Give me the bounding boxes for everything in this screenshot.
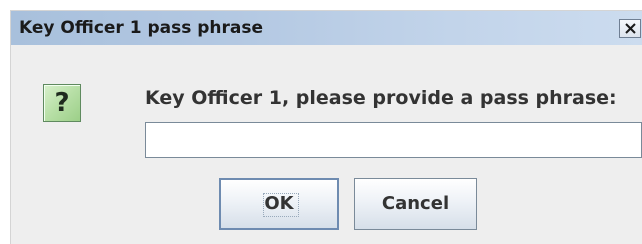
- close-button[interactable]: [619, 19, 641, 38]
- question-icon: ?: [43, 84, 81, 122]
- pass-phrase-dialog: Key Officer 1 pass phrase ? Key Officer …: [10, 10, 642, 244]
- pass-phrase-input[interactable]: [145, 122, 642, 158]
- dialog-title: Key Officer 1 pass phrase: [19, 18, 264, 38]
- cancel-button-label: Cancel: [381, 193, 450, 214]
- title-bar[interactable]: Key Officer 1 pass phrase: [11, 11, 642, 45]
- cancel-button[interactable]: Cancel: [354, 178, 477, 230]
- close-icon: [625, 23, 636, 34]
- focus-indicator: [263, 193, 299, 217]
- prompt-label: Key Officer 1, please provide a pass phr…: [145, 87, 617, 109]
- ok-button[interactable]: OK: [219, 178, 339, 230]
- question-mark-glyph: ?: [54, 88, 70, 118]
